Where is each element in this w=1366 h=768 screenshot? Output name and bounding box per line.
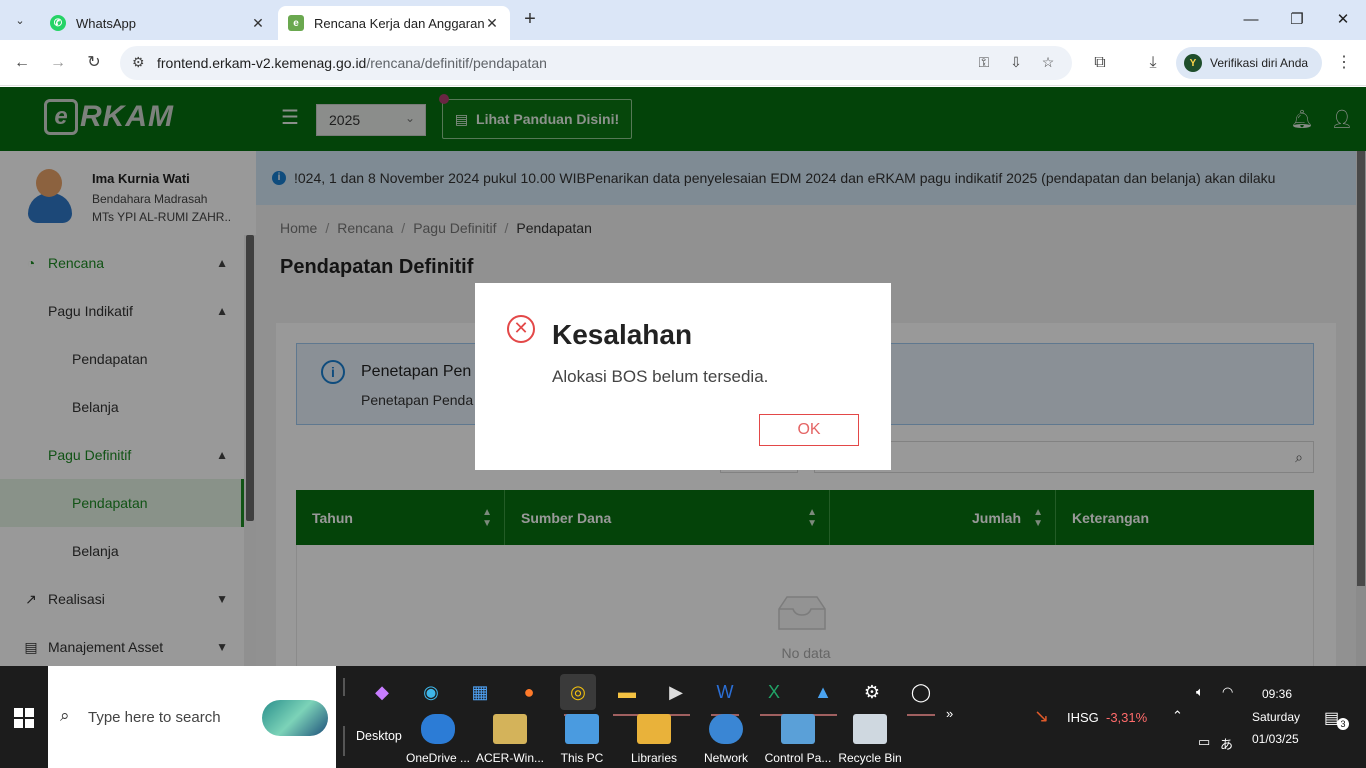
- ihsg-value[interactable]: -3,31%: [1106, 710, 1147, 725]
- install-app-icon[interactable]: ⇩: [1006, 54, 1026, 71]
- tab-erkam[interactable]: e Rencana Kerja dan Anggaran M ✕: [278, 6, 510, 40]
- ihsg-label[interactable]: IHSG: [1067, 710, 1099, 725]
- whatsapp-icon: ✆: [50, 15, 66, 31]
- app-icon[interactable]: ◯: [903, 674, 939, 716]
- meet-icon[interactable]: ▭: [1198, 734, 1210, 750]
- windows-start-icon[interactable]: [14, 708, 34, 728]
- password-key-icon[interactable]: ⚿: [974, 54, 994, 71]
- profile-avatar-icon: Y: [1184, 54, 1202, 72]
- search-icon: ⌕: [60, 706, 70, 725]
- forward-icon[interactable]: →: [46, 51, 70, 75]
- extensions-icon[interactable]: ⧉: [1088, 51, 1112, 75]
- profile-verify-button[interactable]: Y Verifikasi diri Anda: [1176, 47, 1322, 79]
- clock-day[interactable]: Saturday: [1252, 710, 1300, 724]
- tab-whatsapp[interactable]: ✆ WhatsApp ✕: [40, 6, 276, 40]
- ok-button[interactable]: OK: [759, 414, 859, 446]
- desktop-item-onedrive[interactable]: OneDrive ...: [402, 714, 474, 765]
- browser-tab-strip: ⌄ ✆ WhatsApp ✕ e Rencana Kerja dan Angga…: [0, 0, 1366, 40]
- close-tab-icon[interactable]: ✕: [250, 15, 266, 32]
- language-icon[interactable]: あ: [1220, 734, 1233, 753]
- file-explorer-icon[interactable]: ▬: [609, 674, 645, 716]
- bookmark-star-icon[interactable]: ☆: [1038, 54, 1058, 71]
- desktop-item-control-panel[interactable]: Control Pa...: [762, 714, 834, 765]
- error-circle-icon: ✕: [507, 315, 535, 343]
- stock-chart-icon: ↘: [1034, 706, 1050, 726]
- profile-verify-label: Verifikasi diri Anda: [1210, 56, 1309, 70]
- tray-chevron-up-icon[interactable]: ⌃: [1172, 708, 1183, 724]
- word-icon[interactable]: W: [707, 674, 743, 716]
- reload-icon[interactable]: ↻: [82, 51, 106, 75]
- tab-search-icon[interactable]: ⌄: [8, 8, 32, 32]
- chrome-icon[interactable]: ◎: [560, 674, 596, 716]
- settings-icon[interactable]: ⚙: [854, 674, 890, 710]
- tab-title: WhatsApp: [76, 15, 136, 31]
- edge-icon[interactable]: ◉: [413, 674, 449, 710]
- tab-title: Rencana Kerja dan Anggaran M: [314, 15, 484, 31]
- store-icon[interactable]: ▦: [462, 674, 498, 710]
- new-tab-button[interactable]: +: [518, 8, 542, 32]
- desktop-item-libraries[interactable]: Libraries: [618, 714, 690, 765]
- volume-icon[interactable]: 🔈︎: [1196, 684, 1204, 700]
- taskbar-search-placeholder: Type here to search: [88, 709, 221, 726]
- firefox-icon[interactable]: ●: [511, 674, 547, 710]
- excel-icon[interactable]: X: [756, 674, 792, 716]
- erkam-favicon-icon: e: [288, 15, 304, 31]
- site-info-icon[interactable]: ⚙: [132, 54, 145, 71]
- dialog-title: Kesalahan: [552, 319, 693, 350]
- restore-button[interactable]: ❐: [1274, 0, 1320, 40]
- minimize-button[interactable]: —: [1228, 0, 1274, 40]
- desktop-item-recycle-bin[interactable]: Recycle Bin: [834, 714, 906, 765]
- clock-time[interactable]: 09:36: [1262, 687, 1292, 701]
- notification-count: 3: [1337, 718, 1349, 730]
- address-bar[interactable]: ⚙ frontend.erkam-v2.kemenag.go.id/rencan…: [120, 46, 1072, 80]
- wifi-icon[interactable]: ◠: [1222, 684, 1233, 700]
- error-dialog: ✕ Kesalahan Alokasi BOS belum tersedia. …: [475, 283, 891, 470]
- taskbar-search[interactable]: ⌕ Type here to search: [48, 666, 336, 768]
- dialog-message: Alokasi BOS belum tersedia.: [552, 367, 769, 386]
- desktop-toolbar-label[interactable]: Desktop: [356, 729, 402, 743]
- browser-toolbar: ← → ↻ ⚙ frontend.erkam-v2.kemenag.go.id/…: [0, 40, 1366, 86]
- close-window-button[interactable]: ✕: [1320, 0, 1366, 40]
- downloads-icon[interactable]: ⤓: [1141, 51, 1165, 75]
- copilot-icon[interactable]: ◆: [364, 674, 400, 710]
- taskbar: ⌕ Type here to search ◆ ◉ ▦ ● ◎ ▬ ▶ W X …: [0, 666, 1366, 768]
- desktop-item-acer[interactable]: ACER-Win...: [474, 714, 546, 765]
- media-player-icon[interactable]: ▶: [658, 674, 694, 716]
- clock-date[interactable]: 01/03/25: [1252, 732, 1299, 746]
- search-highlight-image: [262, 700, 328, 736]
- url-text[interactable]: frontend.erkam-v2.kemenag.go.id/rencana/…: [157, 55, 547, 71]
- more-apps-chevron[interactable]: »: [946, 706, 953, 721]
- desktop-item-network[interactable]: Network: [690, 714, 762, 765]
- photos-icon[interactable]: ▲: [805, 674, 841, 716]
- desktop-item-this-pc[interactable]: This PC: [546, 714, 618, 765]
- browser-menu-icon[interactable]: ⋮: [1332, 51, 1356, 75]
- back-icon[interactable]: ←: [10, 51, 34, 75]
- close-tab-icon[interactable]: ✕: [484, 15, 500, 32]
